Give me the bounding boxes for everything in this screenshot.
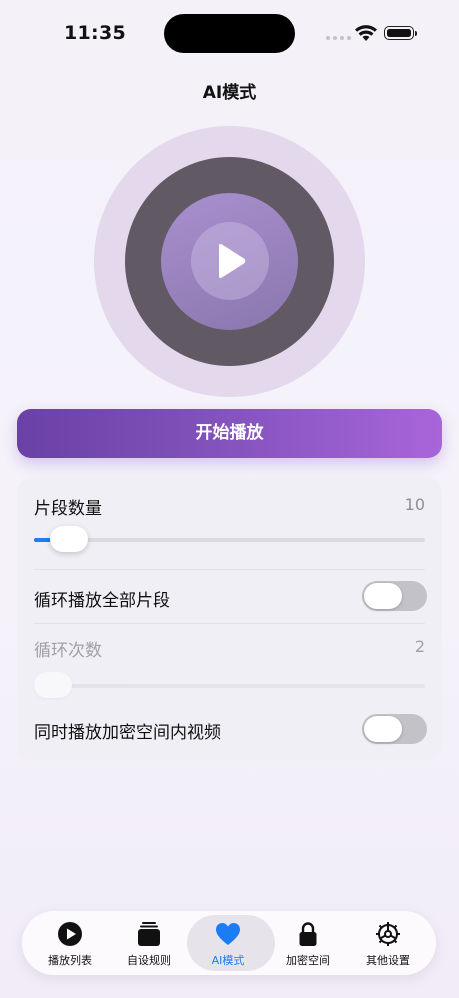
heart-icon: [216, 923, 240, 945]
segment-count-slider[interactable]: [34, 526, 425, 552]
tab-custom-rules[interactable]: 自设规则: [109, 911, 189, 975]
loop-times-slider-thumb[interactable]: [34, 672, 72, 698]
status-bar: 11:35: [0, 0, 459, 70]
tab-other-settings[interactable]: 其他设置: [348, 911, 428, 975]
play-icon[interactable]: [215, 243, 247, 279]
page-title: AI模式: [202, 83, 257, 103]
tab-bar: 播放列表 自设规则 AI模式 加密空间 其他设置: [22, 911, 436, 975]
segment-count-slider-thumb[interactable]: [50, 526, 89, 552]
tab-ai-mode[interactable]: AI模式: [187, 911, 275, 975]
wifi-icon: [355, 25, 377, 41]
loop-all-toggle[interactable]: [362, 581, 427, 611]
tab-label: AI模式: [211, 954, 245, 967]
tab-encrypted-space[interactable]: 加密空间: [268, 911, 348, 975]
segment-count-label: 片段数量: [34, 499, 102, 519]
loop-times-slider[interactable]: [34, 672, 425, 698]
tab-playlist[interactable]: 播放列表: [30, 911, 110, 975]
toggle-knob: [364, 716, 402, 742]
lock-icon: [299, 922, 317, 946]
toggle-knob: [364, 583, 402, 609]
tab-label: 播放列表: [48, 954, 92, 967]
divider: [34, 623, 425, 624]
loop-times-label: 循环次数: [34, 641, 102, 661]
tab-label: 其他设置: [366, 954, 410, 967]
tab-label: 加密空间: [286, 954, 330, 967]
play-encrypted-label: 同时播放加密空间内视频: [34, 723, 221, 743]
loop-times-value: 2: [414, 637, 425, 656]
play-circle-icon: [58, 922, 82, 946]
gear-icon: [376, 922, 400, 946]
loop-all-label: 循环播放全部片段: [34, 591, 170, 611]
status-time: 11:35: [64, 22, 126, 44]
segment-count-value: 10: [404, 495, 425, 514]
dynamic-island: [164, 14, 295, 53]
divider: [34, 569, 425, 570]
cellular-signal-icon: [326, 36, 351, 40]
battery-icon: [384, 26, 417, 40]
start-playback-button[interactable]: 开始播放: [17, 409, 442, 458]
stack-icon: [138, 922, 160, 946]
tab-label: 自设规则: [127, 954, 171, 967]
play-encrypted-toggle[interactable]: [362, 714, 427, 744]
